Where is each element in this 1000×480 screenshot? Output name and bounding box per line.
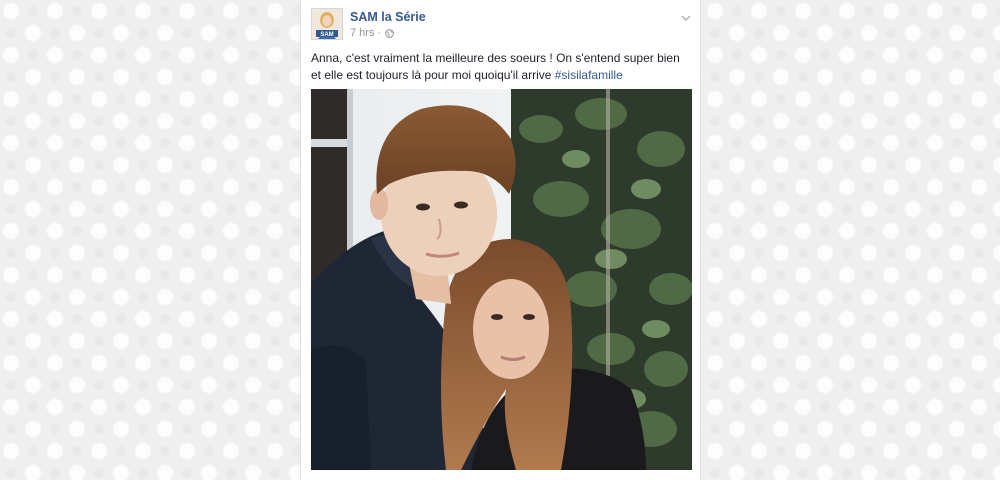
hashtag-link[interactable]: #sisilafamille: [555, 68, 623, 82]
page-name-link[interactable]: SAM la Série: [350, 10, 426, 24]
post-timestamp[interactable]: 7 hrs: [350, 27, 374, 39]
post-meta: 7 hrs ·: [350, 27, 395, 39]
selfie-photo: [311, 89, 692, 470]
chevron-down-icon[interactable]: [680, 10, 692, 22]
page-avatar[interactable]: SAM: [311, 8, 343, 40]
post-body-text: Anna, c'est vraiment la meilleure des so…: [311, 51, 680, 82]
globe-icon[interactable]: [385, 28, 395, 38]
page-avatar-image: SAM: [312, 9, 342, 39]
avatar-logo-text: SAM: [320, 32, 333, 38]
meta-separator: ·: [377, 27, 382, 39]
post-text: Anna, c'est vraiment la meilleure des so…: [311, 50, 691, 84]
post-photo[interactable]: [311, 89, 692, 470]
facebook-post-card: SAM SAM la Série 7 hrs · Anna, c'est vra…: [300, 0, 701, 480]
